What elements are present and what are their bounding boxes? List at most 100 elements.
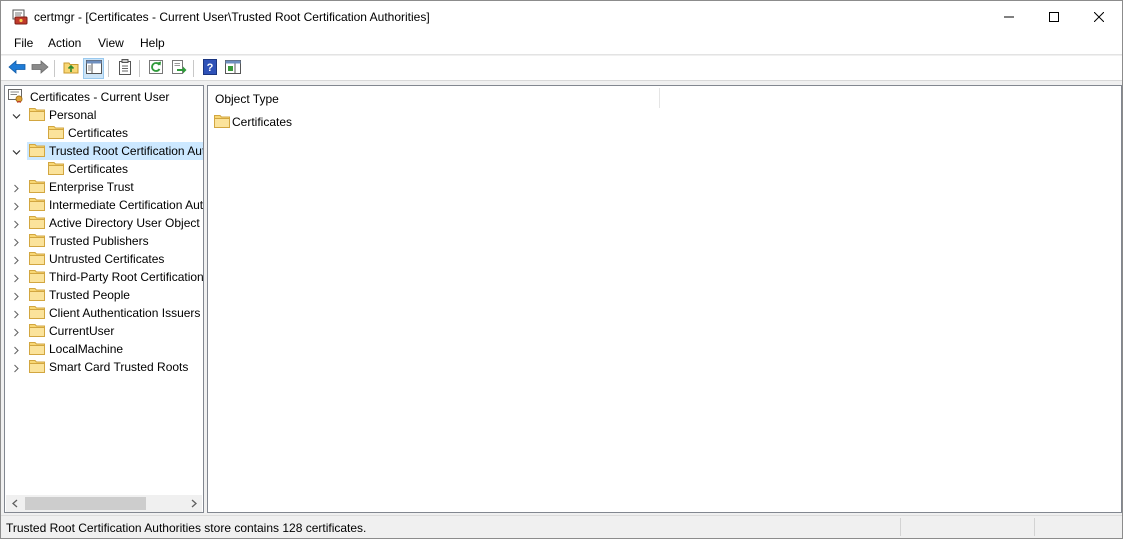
folder-icon (29, 197, 45, 211)
console-tree[interactable]: Certificates - Current User Personal Cer… (4, 85, 204, 513)
chevron-right-icon[interactable] (12, 326, 21, 337)
show-hide-console-tree-button[interactable] (83, 58, 104, 79)
help-icon: ? (202, 59, 217, 78)
tree-item-label: Enterprise Trust (49, 180, 134, 194)
folder-icon (214, 114, 230, 128)
tree-item-enterprise-trust[interactable]: Enterprise Trust (5, 178, 203, 196)
folder-icon (29, 287, 45, 301)
chevron-right-icon[interactable] (12, 254, 21, 265)
refresh-icon (148, 59, 164, 78)
chevron-right-icon[interactable] (12, 272, 21, 283)
folder-icon (29, 143, 45, 157)
tree-item-smart-card-roots[interactable]: Smart Card Trusted Roots (5, 358, 203, 376)
tree-item-label: Intermediate Certification Authorities (49, 198, 204, 212)
toolbar: ? (1, 56, 1122, 81)
chevron-right-icon[interactable] (12, 290, 21, 301)
tree-item-intermediate-ca[interactable]: Intermediate Certification Authorities (5, 196, 203, 214)
tree-item-trusted-root-certificates[interactable]: Certificates (5, 160, 203, 178)
chevron-right-icon[interactable] (12, 182, 21, 193)
minimize-button[interactable] (986, 1, 1032, 33)
show-hide-action-pane-icon (224, 60, 241, 77)
maximize-button[interactable] (1031, 1, 1077, 33)
folder-icon (29, 107, 45, 121)
chevron-right-icon[interactable] (12, 308, 21, 319)
status-text: Trusted Root Certification Authorities s… (6, 521, 367, 535)
chevron-right-icon[interactable] (12, 236, 21, 247)
tree-item-label: Trusted Root Certification Authorities (49, 144, 203, 158)
tree-item-label: Trusted Publishers (49, 234, 149, 248)
column-header-label: Object Type (215, 92, 279, 106)
up-folder-icon (63, 59, 79, 78)
tree-horizontal-scrollbar[interactable] (6, 495, 202, 512)
help-button[interactable]: ? (199, 58, 220, 79)
tree-item-client-auth-issuers[interactable]: Client Authentication Issuers (5, 304, 203, 322)
forward-button[interactable] (29, 58, 50, 79)
folder-icon (29, 305, 45, 319)
folder-icon (29, 341, 45, 355)
menu-view[interactable]: View (97, 36, 125, 50)
toolbar-separator (139, 60, 140, 77)
chevron-down-icon[interactable] (12, 146, 21, 155)
status-divider (1034, 518, 1035, 536)
tree-item-third-party-root[interactable]: Third-Party Root Certification Authoriti… (5, 268, 203, 286)
list-item-label: Certificates (232, 115, 293, 129)
up-one-level-button[interactable] (60, 58, 81, 79)
menu-file[interactable]: File (13, 36, 34, 50)
tree-item-trusted-root[interactable]: Trusted Root Certification Authorities (5, 142, 203, 160)
column-header-object-type[interactable]: Object Type (208, 86, 660, 110)
export-list-icon (171, 59, 187, 78)
results-pane[interactable]: Object Type Certificates (207, 85, 1122, 513)
tree-item-label: Trusted People (49, 288, 130, 302)
chevron-right-icon[interactable] (12, 218, 21, 229)
scroll-right-arrow-icon[interactable] (185, 495, 202, 512)
certmgr-window: certmgr - [Certificates - Current User\T… (0, 0, 1123, 539)
tree-item-ad-user-object[interactable]: Active Directory User Object (5, 214, 203, 232)
tree-item-label: Untrusted Certificates (49, 252, 165, 266)
back-button[interactable] (6, 58, 27, 79)
toolbar-separator (54, 60, 55, 77)
scroll-left-arrow-icon[interactable] (6, 495, 23, 512)
tree-item-currentuser[interactable]: CurrentUser (5, 322, 203, 340)
folder-icon (29, 251, 45, 265)
tree-item-trusted-people[interactable]: Trusted People (5, 286, 203, 304)
tree-item-label: Certificates (68, 162, 129, 176)
folder-icon (29, 215, 45, 229)
folder-icon (48, 161, 64, 175)
menu-action[interactable]: Action (47, 36, 82, 50)
folder-icon (29, 269, 45, 283)
certificate-manager-icon (12, 9, 28, 25)
toolbar-separator (193, 60, 194, 77)
column-divider[interactable] (659, 88, 660, 108)
chevron-right-icon[interactable] (12, 362, 21, 373)
close-button[interactable] (1076, 1, 1122, 33)
title-bar[interactable]: certmgr - [Certificates - Current User\T… (1, 1, 1122, 33)
tree-item-personal[interactable]: Personal (5, 106, 203, 124)
chevron-down-icon[interactable] (12, 110, 21, 119)
forward-arrow-icon (31, 60, 49, 77)
tree-item-untrusted-certificates[interactable]: Untrusted Certificates (5, 250, 203, 268)
scrollbar-thumb[interactable] (25, 497, 146, 510)
chevron-right-icon[interactable] (12, 344, 21, 355)
tree-item-personal-certificates[interactable]: Certificates (5, 124, 203, 142)
tree-item-label: Smart Card Trusted Roots (49, 360, 189, 374)
refresh-button[interactable] (145, 58, 166, 79)
chevron-right-icon[interactable] (12, 200, 21, 211)
show-hide-action-pane-button[interactable] (222, 58, 243, 79)
show-hide-tree-icon (85, 60, 102, 77)
tree-item-trusted-publishers[interactable]: Trusted Publishers (5, 232, 203, 250)
back-arrow-icon (7, 60, 26, 77)
status-bar: Trusted Root Certification Authorities s… (1, 515, 1122, 538)
properties-icon (118, 59, 132, 78)
tree-root-node[interactable]: Certificates - Current User (5, 88, 203, 106)
tree-item-label: CurrentUser (49, 324, 115, 338)
tree-item-label: Certificates (68, 126, 129, 140)
tree-item-localmachine[interactable]: LocalMachine (5, 340, 203, 358)
tree-item-label: LocalMachine (49, 342, 124, 356)
menu-help[interactable]: Help (139, 36, 166, 50)
properties-button[interactable] (114, 58, 135, 79)
svg-text:?: ? (206, 62, 213, 74)
tree-item-label: Third-Party Root Certification Authoriti… (49, 270, 204, 284)
export-list-button[interactable] (168, 58, 189, 79)
folder-icon (29, 323, 45, 337)
tree-root-label: Certificates - Current User (30, 90, 170, 104)
